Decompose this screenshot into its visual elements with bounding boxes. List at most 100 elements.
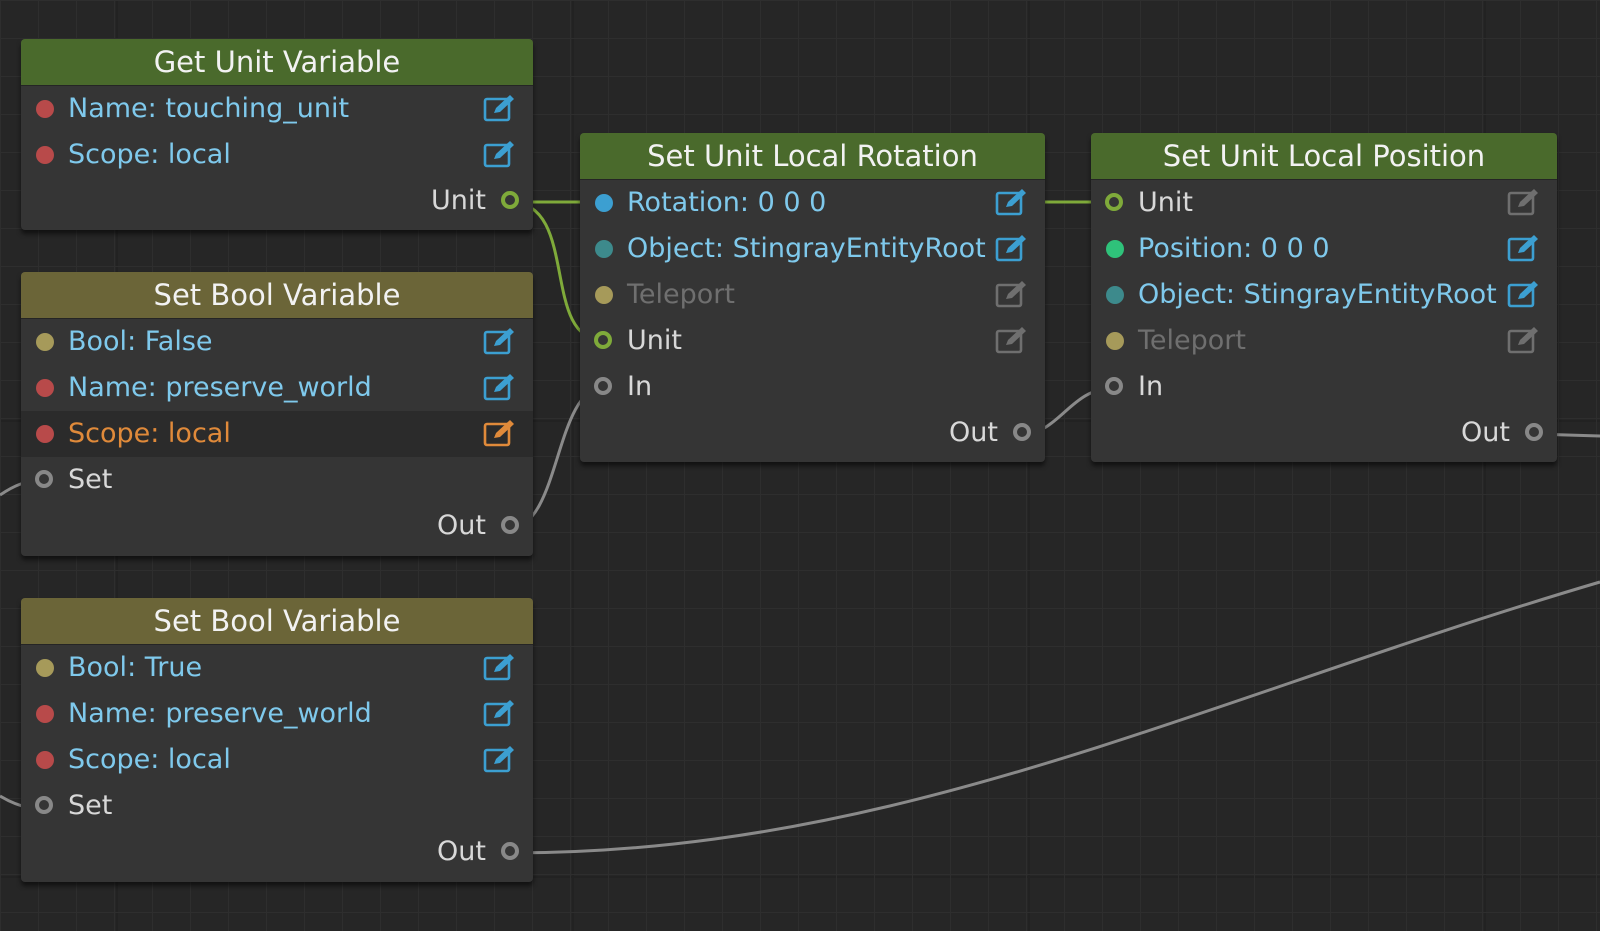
bool-port-dot[interactable] [36, 333, 54, 351]
input-row-in[interactable]: In [580, 364, 1045, 410]
vector-port-dot[interactable] [1106, 240, 1124, 258]
output-row-out[interactable]: Out [21, 503, 533, 549]
input-label: In [627, 371, 653, 402]
bool-port-dot[interactable] [595, 286, 613, 304]
param-row-teleport[interactable]: Teleport [580, 272, 1045, 318]
out-output-port[interactable] [501, 516, 519, 534]
node-title[interactable]: Set Unit Local Position [1091, 133, 1557, 180]
output-row-out[interactable]: Out [1091, 410, 1557, 456]
param-row-bool[interactable]: Bool: True [21, 645, 533, 691]
param-row-bool[interactable]: Bool: False [21, 319, 533, 365]
param-label: Scope: local [68, 744, 231, 775]
node-title[interactable]: Get Unit Variable [21, 39, 533, 86]
param-label: Scope: local [68, 139, 231, 170]
param-label: Position: 0 0 0 [1138, 233, 1330, 264]
param-label: Scope: local [68, 418, 231, 449]
unit-input-port[interactable] [594, 331, 612, 349]
param-row-position[interactable]: Position: 0 0 0 [1091, 226, 1557, 272]
edit-icon[interactable] [483, 418, 516, 448]
bool-port-dot[interactable] [36, 659, 54, 677]
out-output-port[interactable] [1525, 423, 1543, 441]
edit-icon[interactable] [995, 233, 1028, 263]
param-label: Name: preserve_world [68, 372, 372, 403]
node-set-unit-local-position[interactable]: Set Unit Local Position Unit Position: 0… [1091, 133, 1557, 462]
input-label: In [1138, 371, 1164, 402]
string-port-dot[interactable] [36, 146, 54, 164]
param-row-scope[interactable]: Scope: local [21, 737, 533, 783]
param-row-object[interactable]: Object: StingrayEntityRoot [580, 226, 1045, 272]
edit-icon[interactable] [483, 326, 516, 356]
node-set-bool-variable-false[interactable]: Set Bool Variable Bool: False Name: pres… [21, 272, 533, 556]
object-port-dot[interactable] [1106, 286, 1124, 304]
set-input-port[interactable] [35, 796, 53, 814]
quaternion-port-dot[interactable] [595, 194, 613, 212]
param-label: Name: touching_unit [68, 93, 350, 124]
wire-bool2-out-offscreen[interactable] [509, 580, 1600, 855]
output-row-unit[interactable]: Unit [21, 178, 533, 224]
input-row-set[interactable]: Set [21, 457, 533, 503]
output-label: Out [949, 417, 998, 448]
param-row-teleport[interactable]: Teleport [1091, 318, 1557, 364]
node-title[interactable]: Set Unit Local Rotation [580, 133, 1045, 180]
input-label: Unit [627, 325, 682, 356]
output-row-out[interactable]: Out [580, 410, 1045, 456]
param-label: Object: StingrayEntityRoot [627, 233, 986, 264]
out-output-port[interactable] [1013, 423, 1031, 441]
output-row-out[interactable]: Out [21, 829, 533, 875]
string-port-dot[interactable] [36, 379, 54, 397]
node-title[interactable]: Set Bool Variable [21, 272, 533, 319]
string-port-dot[interactable] [36, 100, 54, 118]
edit-icon[interactable] [1507, 233, 1540, 263]
param-row-scope-highlighted[interactable]: Scope: local [21, 411, 533, 457]
node-set-bool-variable-true[interactable]: Set Bool Variable Bool: True Name: prese… [21, 598, 533, 882]
param-row-name[interactable]: Name: preserve_world [21, 365, 533, 411]
string-port-dot[interactable] [36, 705, 54, 723]
edit-icon[interactable] [1507, 325, 1540, 355]
edit-icon[interactable] [483, 372, 516, 402]
edit-icon[interactable] [483, 139, 516, 169]
output-label: Out [437, 836, 486, 867]
edit-icon[interactable] [995, 187, 1028, 217]
input-row-set[interactable]: Set [21, 783, 533, 829]
input-row-in[interactable]: In [1091, 364, 1557, 410]
param-label: Name: preserve_world [68, 698, 372, 729]
object-port-dot[interactable] [595, 240, 613, 258]
edit-icon[interactable] [483, 652, 516, 682]
in-input-port[interactable] [1105, 377, 1123, 395]
edit-icon[interactable] [483, 698, 516, 728]
output-label: Out [437, 510, 486, 541]
param-row-scope[interactable]: Scope: local [21, 132, 533, 178]
edit-icon[interactable] [995, 279, 1028, 309]
param-row-name[interactable]: Name: preserve_world [21, 691, 533, 737]
set-input-port[interactable] [35, 470, 53, 488]
unit-input-port[interactable] [1105, 193, 1123, 211]
string-port-dot[interactable] [36, 751, 54, 769]
edit-icon[interactable] [1507, 279, 1540, 309]
input-row-unit[interactable]: Unit [1091, 180, 1557, 226]
edit-icon[interactable] [1507, 187, 1540, 217]
in-input-port[interactable] [594, 377, 612, 395]
unit-output-port[interactable] [501, 191, 519, 209]
param-label: Object: StingrayEntityRoot [1138, 279, 1497, 310]
node-title[interactable]: Set Bool Variable [21, 598, 533, 645]
input-row-unit[interactable]: Unit [580, 318, 1045, 364]
node-set-unit-local-rotation[interactable]: Set Unit Local Rotation Rotation: 0 0 0 … [580, 133, 1045, 462]
param-label: Bool: True [68, 652, 203, 683]
input-label: Set [68, 464, 113, 495]
edit-icon[interactable] [995, 325, 1028, 355]
string-port-dot[interactable] [36, 425, 54, 443]
param-row-rotation[interactable]: Rotation: 0 0 0 [580, 180, 1045, 226]
edit-icon[interactable] [483, 744, 516, 774]
param-label: Teleport [627, 279, 735, 310]
output-label: Unit [431, 185, 486, 216]
param-row-object[interactable]: Object: StingrayEntityRoot [1091, 272, 1557, 318]
input-label: Set [68, 790, 113, 821]
param-row-name[interactable]: Name: touching_unit [21, 86, 533, 132]
node-get-unit-variable[interactable]: Get Unit Variable Name: touching_unit Sc… [21, 39, 533, 230]
out-output-port[interactable] [501, 842, 519, 860]
input-label: Unit [1138, 187, 1193, 218]
edit-icon[interactable] [483, 93, 516, 123]
bool-port-dot[interactable] [1106, 332, 1124, 350]
output-label: Out [1461, 417, 1510, 448]
param-label: Bool: False [68, 326, 213, 357]
